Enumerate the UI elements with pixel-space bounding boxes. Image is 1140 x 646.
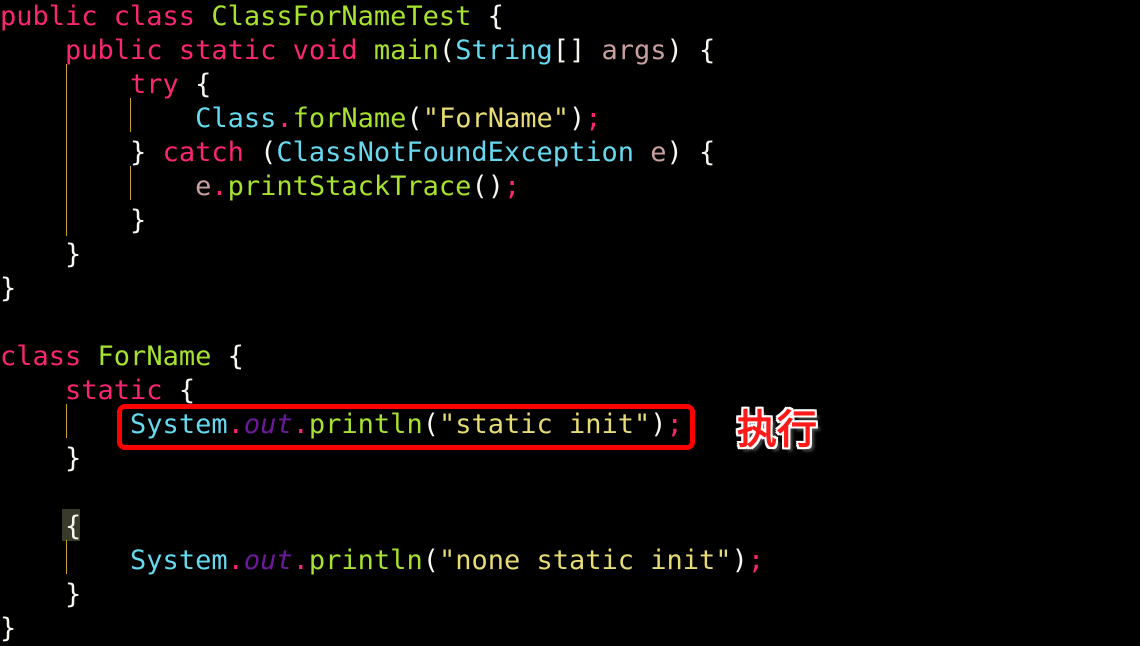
code-line: static { bbox=[0, 374, 195, 408]
code-token: } bbox=[0, 205, 147, 236]
code-token: () bbox=[471, 171, 504, 202]
code-line: public class ClassForNameTest { bbox=[0, 0, 504, 34]
code-line: Class.forName("ForName"); bbox=[0, 102, 602, 136]
code-line: } bbox=[0, 238, 81, 272]
code-line: } bbox=[0, 204, 146, 238]
code-token: forName bbox=[292, 103, 407, 134]
code-line: { bbox=[0, 510, 81, 544]
code-token: . bbox=[276, 103, 293, 134]
code-editor[interactable]: public class ClassForNameTest { public s… bbox=[0, 0, 1140, 646]
code-token: ClassForNameTest bbox=[211, 1, 472, 32]
code-token: ( bbox=[438, 35, 456, 66]
code-token: main bbox=[373, 35, 439, 66]
code-token: ( bbox=[243, 137, 277, 168]
code-token: ; bbox=[503, 171, 521, 202]
code-token: { bbox=[178, 69, 212, 100]
code-line: public static void main(String[] args) { bbox=[0, 34, 715, 68]
code-token: ) bbox=[569, 103, 586, 134]
code-token: printStackTrace bbox=[227, 171, 472, 202]
code-line: } bbox=[0, 612, 16, 646]
code-token: } bbox=[0, 579, 82, 610]
code-token: { bbox=[0, 511, 82, 542]
code-token: args bbox=[601, 35, 667, 66]
code-token: e bbox=[650, 137, 667, 168]
code-token: . bbox=[211, 171, 228, 202]
code-token: ; bbox=[585, 103, 602, 134]
code-line: System.out.println("none static init"); bbox=[0, 544, 764, 578]
code-token: e bbox=[195, 171, 212, 202]
code-token: Class bbox=[195, 103, 277, 134]
code-token: . bbox=[292, 545, 309, 576]
indent-guide bbox=[130, 98, 131, 132]
annotation-label: 执行 bbox=[737, 407, 817, 453]
code-line: } catch (ClassNotFoundException e) { bbox=[0, 136, 715, 170]
code-token: } bbox=[0, 443, 82, 474]
code-line: e.printStackTrace(); bbox=[0, 170, 520, 204]
code-line: } bbox=[0, 272, 16, 306]
code-token: System bbox=[130, 545, 228, 576]
code-token: } bbox=[0, 137, 163, 168]
code-token: } bbox=[0, 239, 82, 270]
code-token: ; bbox=[747, 545, 765, 576]
code-token: ) { bbox=[666, 137, 716, 168]
indent-guide bbox=[66, 404, 67, 438]
code-token: ) { bbox=[666, 35, 716, 66]
code-token: [] bbox=[552, 35, 602, 66]
code-line: } bbox=[0, 578, 81, 612]
code-token: catch bbox=[162, 137, 244, 168]
code-token: ( bbox=[406, 103, 423, 134]
code-token: public static void bbox=[65, 35, 374, 66]
code-token: out bbox=[243, 545, 293, 576]
code-token: } bbox=[0, 273, 17, 304]
code-line: try { bbox=[0, 68, 211, 102]
indent-guide bbox=[66, 64, 67, 236]
code-token: ClassNotFoundException bbox=[276, 137, 634, 168]
code-token: "none static init" bbox=[438, 545, 732, 576]
indent-guide bbox=[130, 166, 131, 200]
code-token: "ForName" bbox=[422, 103, 569, 134]
code-token: class bbox=[0, 341, 98, 372]
code-token: { bbox=[211, 341, 244, 372]
code-token: } bbox=[0, 613, 17, 644]
code-token: ) bbox=[731, 545, 748, 576]
code-line: class ForName { bbox=[0, 340, 244, 374]
code-token: public class bbox=[0, 1, 212, 32]
code-token: ForName bbox=[97, 341, 212, 372]
code-token: { bbox=[471, 1, 504, 32]
indent-guide bbox=[66, 540, 67, 574]
code-line: } bbox=[0, 442, 81, 476]
code-token: . bbox=[227, 545, 244, 576]
code-token: String bbox=[455, 35, 553, 66]
code-token: { bbox=[162, 375, 196, 406]
code-token: static bbox=[65, 375, 163, 406]
code-token: println bbox=[308, 545, 423, 576]
code-token: try bbox=[130, 69, 179, 100]
highlight-box bbox=[117, 404, 695, 450]
code-token: ( bbox=[422, 545, 439, 576]
